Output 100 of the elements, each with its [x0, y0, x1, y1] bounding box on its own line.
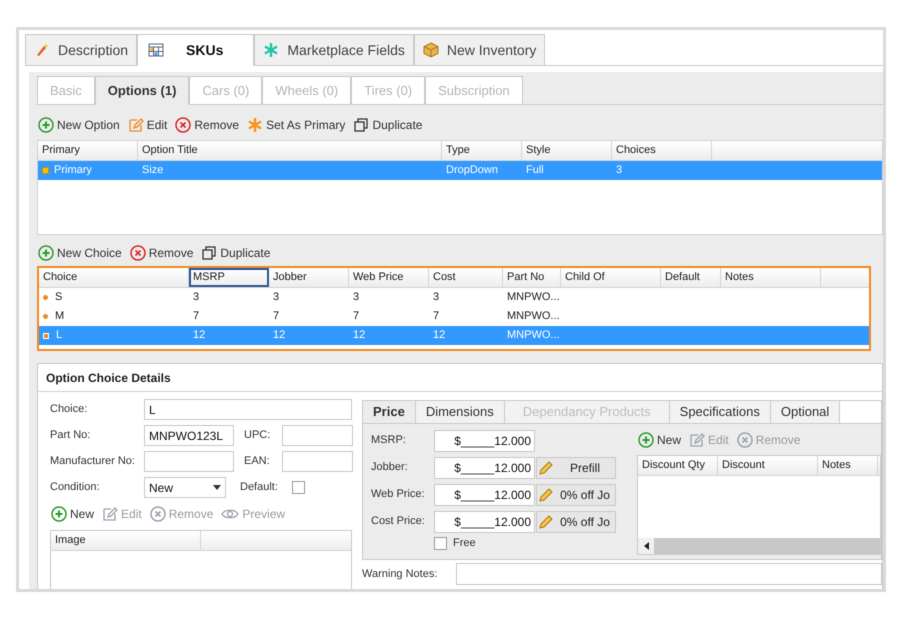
row-marker-icon: [43, 332, 49, 338]
add-icon: [638, 432, 654, 448]
column-header[interactable]: Part No: [503, 268, 561, 287]
field-label: Web Price:: [371, 487, 426, 502]
tab[interactable]: Dimensions: [416, 401, 505, 423]
tab[interactable]: Options (1): [94, 76, 190, 105]
panel-title: Option Choice Details: [38, 364, 882, 392]
table-cell-text: MNPWO...: [507, 328, 560, 344]
toolbar-button[interactable]: Remove: [174, 116, 240, 134]
tab[interactable]: Marketplace Fields: [254, 34, 414, 66]
table-cell-text: S: [55, 290, 62, 306]
remove-icon: [175, 117, 192, 133]
table-row[interactable]: M 7 7 7 7 MNPWO...: [39, 307, 869, 326]
price-field[interactable]: $_____12.000: [434, 430, 535, 452]
input-field[interactable]: [144, 451, 234, 472]
edit-icon: [689, 432, 706, 448]
column-header[interactable]: Option Title: [138, 141, 442, 160]
price-field[interactable]: $_____12.000: [434, 510, 535, 532]
column-header[interactable]: Choices: [612, 141, 712, 160]
field-label: EAN:: [243, 454, 271, 470]
toolbar-button[interactable]: New Choice: [37, 244, 123, 262]
table-cell-text: 3: [273, 290, 280, 306]
price-field[interactable]: $_____12.000: [434, 484, 535, 506]
toolbar-button[interactable]: New: [50, 505, 96, 523]
left-arrow-icon: [644, 542, 648, 550]
table-cell-text: M: [55, 309, 64, 324]
field-label: UPC:: [243, 428, 272, 444]
table-cell-text: 3: [353, 290, 360, 306]
table-cell-text: 7: [193, 309, 200, 324]
prefill-button[interactable]: 0% off Jo: [536, 510, 616, 532]
table-cell-text: MNPWO...: [507, 309, 560, 324]
field-label: Jobber:: [371, 460, 409, 476]
table-cell-text: 12: [433, 328, 446, 344]
pencil-icon: [539, 514, 553, 528]
checkbox[interactable]: [292, 481, 305, 494]
table-cell-text: L: [56, 328, 62, 344]
field-label: Choice:: [50, 402, 88, 418]
input-field[interactable]: [456, 563, 882, 585]
tab[interactable]: New Inventory: [414, 34, 546, 66]
column-header[interactable]: Web Price: [349, 268, 429, 287]
tab[interactable]: Price: [363, 401, 416, 423]
table-cell-text: 7: [353, 309, 360, 324]
table-cell-text: 3: [193, 290, 200, 306]
table-cell-text: 7: [433, 309, 440, 324]
column-header[interactable]: Primary: [38, 141, 138, 160]
column-header[interactable]: Style: [522, 141, 612, 160]
asterisk-icon: [247, 117, 264, 133]
toolbar-button[interactable]: Set As Primary: [246, 116, 346, 134]
brush-icon: [34, 42, 50, 58]
column-header[interactable]: Default: [661, 268, 721, 287]
field-label: Condition:: [50, 480, 101, 496]
toolbar-button[interactable]: Duplicate: [352, 116, 424, 134]
input-field[interactable]: L: [144, 399, 352, 420]
grid-icon: [148, 43, 164, 57]
table-cell-text: DropDown: [446, 163, 498, 178]
toolbar-button[interactable]: Edit: [126, 116, 168, 134]
edit-icon: [128, 117, 144, 133]
column-header[interactable]: Choice: [39, 268, 189, 287]
column-header[interactable]: MSRP: [189, 268, 269, 287]
column-header[interactable]: Discount: [718, 456, 818, 475]
column-header[interactable]: Notes: [818, 456, 878, 475]
tab[interactable]: Optional: [770, 401, 840, 423]
table-cell-text: 7: [273, 309, 280, 324]
table-cell-text: 3: [616, 163, 622, 178]
box-icon: [422, 42, 439, 58]
tab[interactable]: Description: [25, 34, 138, 66]
column-header[interactable]: Jobber: [269, 268, 349, 287]
table-cell-text: 12: [193, 328, 206, 344]
prefill-button[interactable]: 0% off Jo: [536, 484, 616, 506]
table-cell-text: 3: [433, 290, 440, 306]
remove-icon: [736, 432, 753, 448]
dropdown-arrow-icon: [213, 485, 221, 490]
input-field[interactable]: [282, 425, 353, 446]
toolbar-button[interactable]: New Option: [37, 116, 121, 134]
row-marker-icon: [43, 295, 48, 300]
field-label: Cost Price:: [371, 514, 426, 530]
remove-icon: [150, 506, 166, 522]
add-icon: [38, 245, 54, 261]
column-header[interactable]: Discount Qty: [638, 456, 718, 475]
condition-dropdown[interactable]: New: [144, 477, 226, 498]
toolbar-button[interactable]: New: [637, 431, 682, 449]
toolbar-button[interactable]: Remove: [128, 244, 194, 262]
asterisk-icon: [263, 42, 280, 58]
column-header[interactable]: Cost: [429, 268, 503, 287]
column-header[interactable]: Child Of: [561, 268, 661, 287]
column-header[interactable]: Notes: [721, 268, 821, 287]
input-field[interactable]: MNPWO123L: [144, 425, 234, 446]
pencil-icon: [539, 488, 553, 502]
checkbox[interactable]: [434, 536, 447, 550]
add-icon: [51, 506, 67, 522]
toolbar-button[interactable]: Duplicate: [200, 244, 272, 262]
tab[interactable]: Specifications: [670, 401, 771, 423]
horizontal-scrollbar[interactable]: [638, 538, 880, 554]
prefill-button[interactable]: Prefill: [536, 456, 616, 478]
input-field[interactable]: [282, 451, 353, 472]
field-label: MSRP:: [371, 433, 407, 448]
table-row[interactable]: S 3 3 3 3 MNPWO...: [39, 288, 869, 307]
tab[interactable]: SKUs: [137, 34, 254, 66]
column-header[interactable]: Type: [442, 141, 522, 160]
price-field[interactable]: $_____12.000: [434, 456, 535, 478]
